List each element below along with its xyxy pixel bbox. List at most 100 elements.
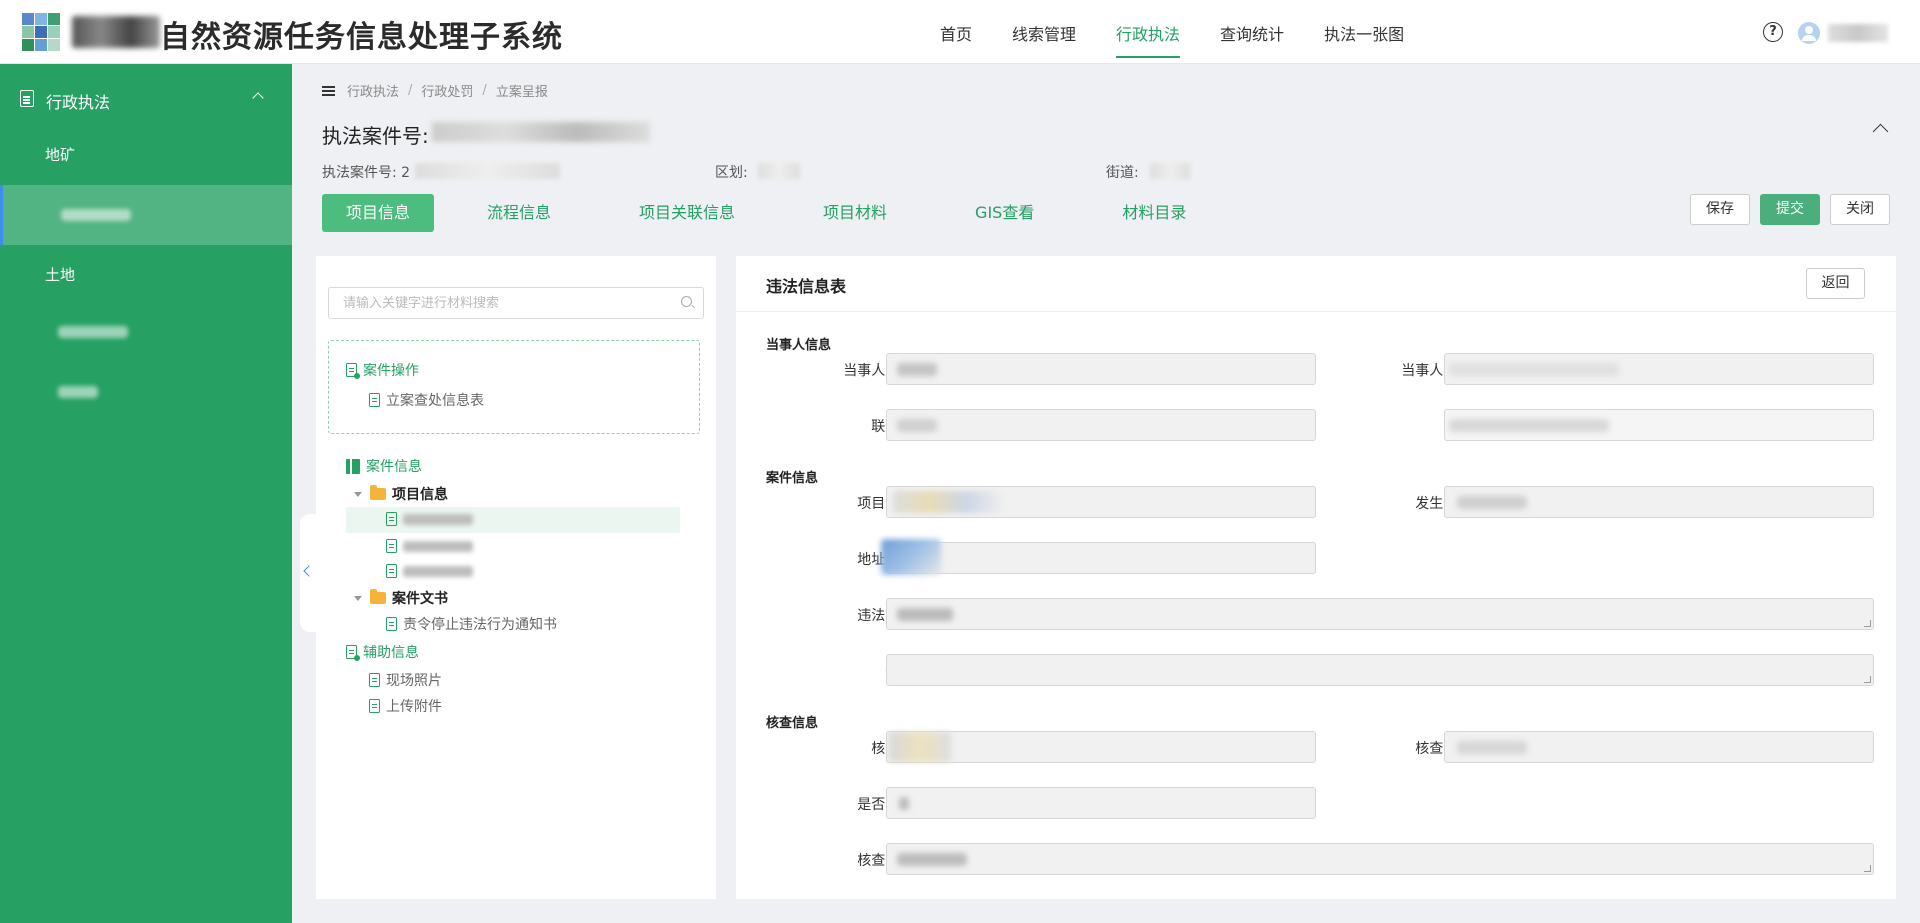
caret-down-icon[interactable] (354, 595, 362, 601)
district-label: 区划: (715, 165, 748, 181)
party-name-field[interactable] (1444, 353, 1874, 385)
resize-handle-icon[interactable] (1864, 676, 1871, 683)
tree-node-aux-info[interactable]: 辅助信息 (346, 642, 419, 662)
material-tree-panel: 案件操作 立案查处信息表 案件信息 项目信息 案件文书 责令停止违法行为通知书 … (316, 256, 716, 899)
tab-gis-view[interactable]: GIS查看 (975, 194, 1034, 232)
sidebar: 行政执法 地矿 土地 (0, 64, 292, 923)
chevron-left-icon (303, 565, 315, 577)
nav-clue-management[interactable]: 线索管理 (992, 0, 1096, 64)
help-icon[interactable]: ? (1763, 22, 1783, 42)
case-operations-box (328, 340, 700, 434)
close-button[interactable]: 关闭 (1830, 194, 1890, 225)
tab-related-info[interactable]: 项目关联信息 (639, 194, 735, 232)
tree-folder-project-info[interactable]: 项目信息 (354, 484, 448, 504)
remark-textarea[interactable] (886, 654, 1874, 686)
nav-home[interactable]: 首页 (920, 0, 992, 64)
user-avatar-icon[interactable] (1798, 22, 1820, 44)
tree-folder-case-documents[interactable]: 案件文书 (354, 588, 448, 608)
folder-icon (370, 485, 386, 500)
sidebar-item-redacted (61, 209, 131, 221)
section-party-info: 当事人信息 (766, 338, 832, 353)
save-button[interactable]: 保存 (1690, 194, 1750, 225)
collapse-up-icon[interactable] (1872, 123, 1889, 140)
file-icon (346, 363, 360, 379)
form-header: 违法信息表 返回 (736, 256, 1896, 312)
checker-field[interactable] (886, 731, 1316, 763)
file-icon (346, 645, 360, 661)
sidebar-item-active[interactable] (0, 185, 292, 245)
breadcrumb-item[interactable]: 行政执法 (347, 81, 399, 100)
breadcrumb: 行政执法 / 行政处罚 / 立案呈报 (322, 81, 548, 100)
tab-project-materials[interactable]: 项目材料 (823, 194, 887, 232)
tree-node-site-photos[interactable]: 现场照片 (369, 670, 442, 690)
case-number-redacted (432, 122, 650, 142)
tree-node-case-info[interactable]: 案件信息 (346, 456, 422, 476)
case-no-redacted (415, 163, 560, 179)
phone-field[interactable] (1444, 409, 1874, 441)
caret-down-icon[interactable] (354, 491, 362, 497)
chevron-up-icon (252, 92, 264, 104)
facts-textarea[interactable] (886, 598, 1874, 630)
top-header: 自然资源任务信息处理子系统 首页 线索管理 行政执法 查询统计 执法一张图 ? (0, 0, 1920, 64)
tree-node-stop-notice[interactable]: 责令停止违法行为通知书 (386, 614, 557, 634)
project-name-field[interactable] (886, 486, 1316, 518)
address-field[interactable] (881, 539, 1316, 575)
file-icon (369, 699, 380, 713)
sidebar-item-land[interactable]: 土地 (45, 264, 75, 285)
street-redacted (1150, 163, 1190, 179)
tree-node-redacted-1[interactable] (386, 512, 473, 526)
file-icon (386, 539, 397, 553)
book-icon (346, 458, 360, 474)
violation-form-panel: 违法信息表 返回 当事人信息 当事人类型: 当事人名称: 联系人: 电话: 案件… (736, 256, 1896, 899)
nav-admin-enforcement[interactable]: 行政执法 (1096, 0, 1200, 64)
folder-icon (370, 589, 386, 604)
file-icon (386, 564, 397, 578)
tab-project-info[interactable]: 项目信息 (322, 194, 434, 232)
tab-process-info[interactable]: 流程信息 (487, 194, 551, 232)
panel-collapse-toggle[interactable] (300, 514, 318, 632)
tree-node-redacted-2[interactable] (386, 539, 473, 553)
tab-material-catalog[interactable]: 材料目录 (1122, 194, 1186, 232)
menu-icon[interactable] (322, 85, 335, 96)
sidebar-group-admin-enforcement[interactable]: 行政执法 (0, 78, 292, 122)
party-type-field[interactable] (886, 353, 1316, 385)
sidebar-subitem-redacted-2[interactable] (58, 386, 98, 398)
nav-enforcement-map[interactable]: 执法一张图 (1304, 0, 1424, 64)
file-icon (386, 617, 397, 631)
username-redacted[interactable] (1828, 24, 1888, 42)
app-logo (22, 13, 60, 51)
tree-node-redacted-3[interactable] (386, 564, 473, 578)
case-tabs: 项目信息 流程信息 项目关联信息 项目材料 GIS查看 材料目录 (322, 194, 1186, 232)
check-opinion-textarea[interactable] (886, 843, 1874, 875)
resize-handle-icon[interactable] (1864, 620, 1871, 627)
app-title: 自然资源任务信息处理子系统 (160, 20, 563, 55)
file-icon (386, 512, 397, 526)
section-check-info: 核查信息 (766, 716, 819, 731)
sidebar-group-label: 行政执法 (46, 93, 111, 112)
tree-node-upload-attachments[interactable]: 上传附件 (369, 696, 442, 716)
back-button[interactable]: 返回 (1806, 268, 1865, 299)
tree-node-case-operations[interactable]: 案件操作 (346, 360, 419, 380)
nav-query-statistics[interactable]: 查询统计 (1200, 0, 1304, 64)
case-title: 执法案件号: (322, 124, 429, 148)
file-icon (369, 393, 380, 407)
is-illegal-field[interactable] (886, 787, 1316, 819)
app-title-redacted (72, 16, 160, 48)
submit-button[interactable]: 提交 (1760, 194, 1820, 225)
material-search-input[interactable] (328, 287, 704, 319)
occur-date-field[interactable] (1444, 486, 1874, 518)
check-date-field[interactable] (1444, 731, 1874, 763)
file-icon (369, 673, 380, 687)
form-title: 违法信息表 (766, 277, 847, 296)
top-nav: 首页 线索管理 行政执法 查询统计 执法一张图 (920, 0, 1424, 64)
resize-handle-icon[interactable] (1864, 865, 1871, 872)
breadcrumb-item[interactable]: 行政处罚 (421, 81, 473, 100)
tree-node-filing-form[interactable]: 立案查处信息表 (369, 390, 484, 410)
sidebar-item-minerals[interactable]: 地矿 (45, 144, 75, 165)
district-redacted (758, 163, 800, 179)
case-no-label: 执法案件号: 2 (322, 165, 411, 181)
contact-field[interactable] (886, 409, 1316, 441)
search-icon[interactable] (681, 296, 692, 307)
street-label: 街道: (1106, 165, 1139, 181)
sidebar-subitem-redacted-1[interactable] (58, 326, 128, 338)
